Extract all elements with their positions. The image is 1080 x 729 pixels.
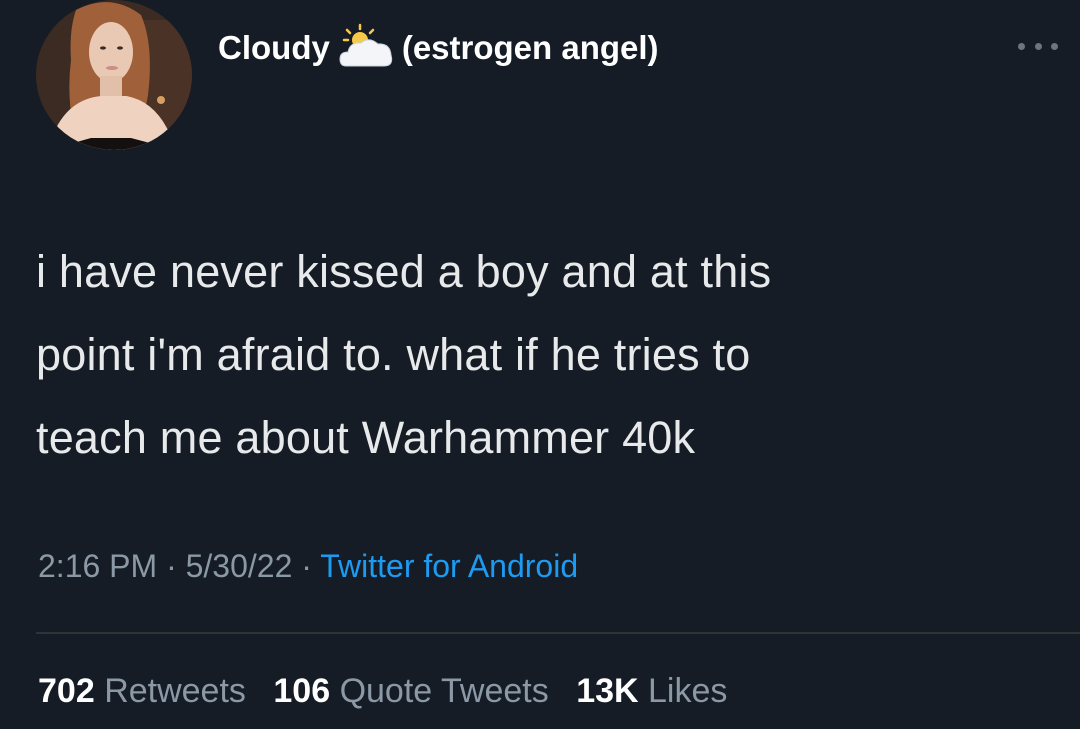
meta-separator: · [166,548,177,584]
quote-tweets-stat[interactable]: 106 Quote Tweets [273,672,548,710]
likes-stat[interactable]: 13K Likes [576,672,727,710]
display-name[interactable]: Cloudy (estrogen angel) [218,22,659,74]
likes-label: Likes [648,672,728,710]
tweet-meta: 2:16 PM · 5/30/22 · Twitter for Android [38,548,578,585]
divider [36,632,1080,634]
tweet-text-line: i have never kissed a boy and at this [36,246,772,297]
retweets-label: Retweets [104,672,246,710]
engagement-stats: 702 Retweets 106 Quote Tweets 13K Likes [38,672,745,711]
tweet-source-link[interactable]: Twitter for Android [320,548,578,584]
retweets-stat[interactable]: 702 Retweets [38,672,246,710]
tweet-date[interactable]: 5/30/22 [186,548,293,584]
avatar-image [36,0,192,150]
display-name-main: Cloudy [218,29,330,66]
quotes-label: Quote Tweets [339,672,549,710]
tweet-time[interactable]: 2:16 PM [38,548,157,584]
retweets-count: 702 [38,672,95,710]
tweet-text-line: teach me about Warhammer 40k [36,412,696,463]
dot-icon [1034,42,1042,50]
more-options-button[interactable] [1018,34,1058,58]
tweet-text: i have never kissed a boy and at this po… [36,230,1066,479]
meta-separator: · [301,548,312,584]
dot-icon [1018,42,1025,50]
tweet-card: Cloudy (estrogen angel) i have never kis… [0,0,1080,729]
tweet-text-line: point i'm afraid to. what if he tries to [36,329,751,380]
display-name-suffix: (estrogen angel) [401,29,659,66]
likes-count: 13K [576,672,639,710]
avatar[interactable] [36,0,192,150]
dot-icon [1051,42,1058,50]
sun-behind-cloud-icon [336,22,396,74]
quotes-count: 106 [273,672,331,710]
